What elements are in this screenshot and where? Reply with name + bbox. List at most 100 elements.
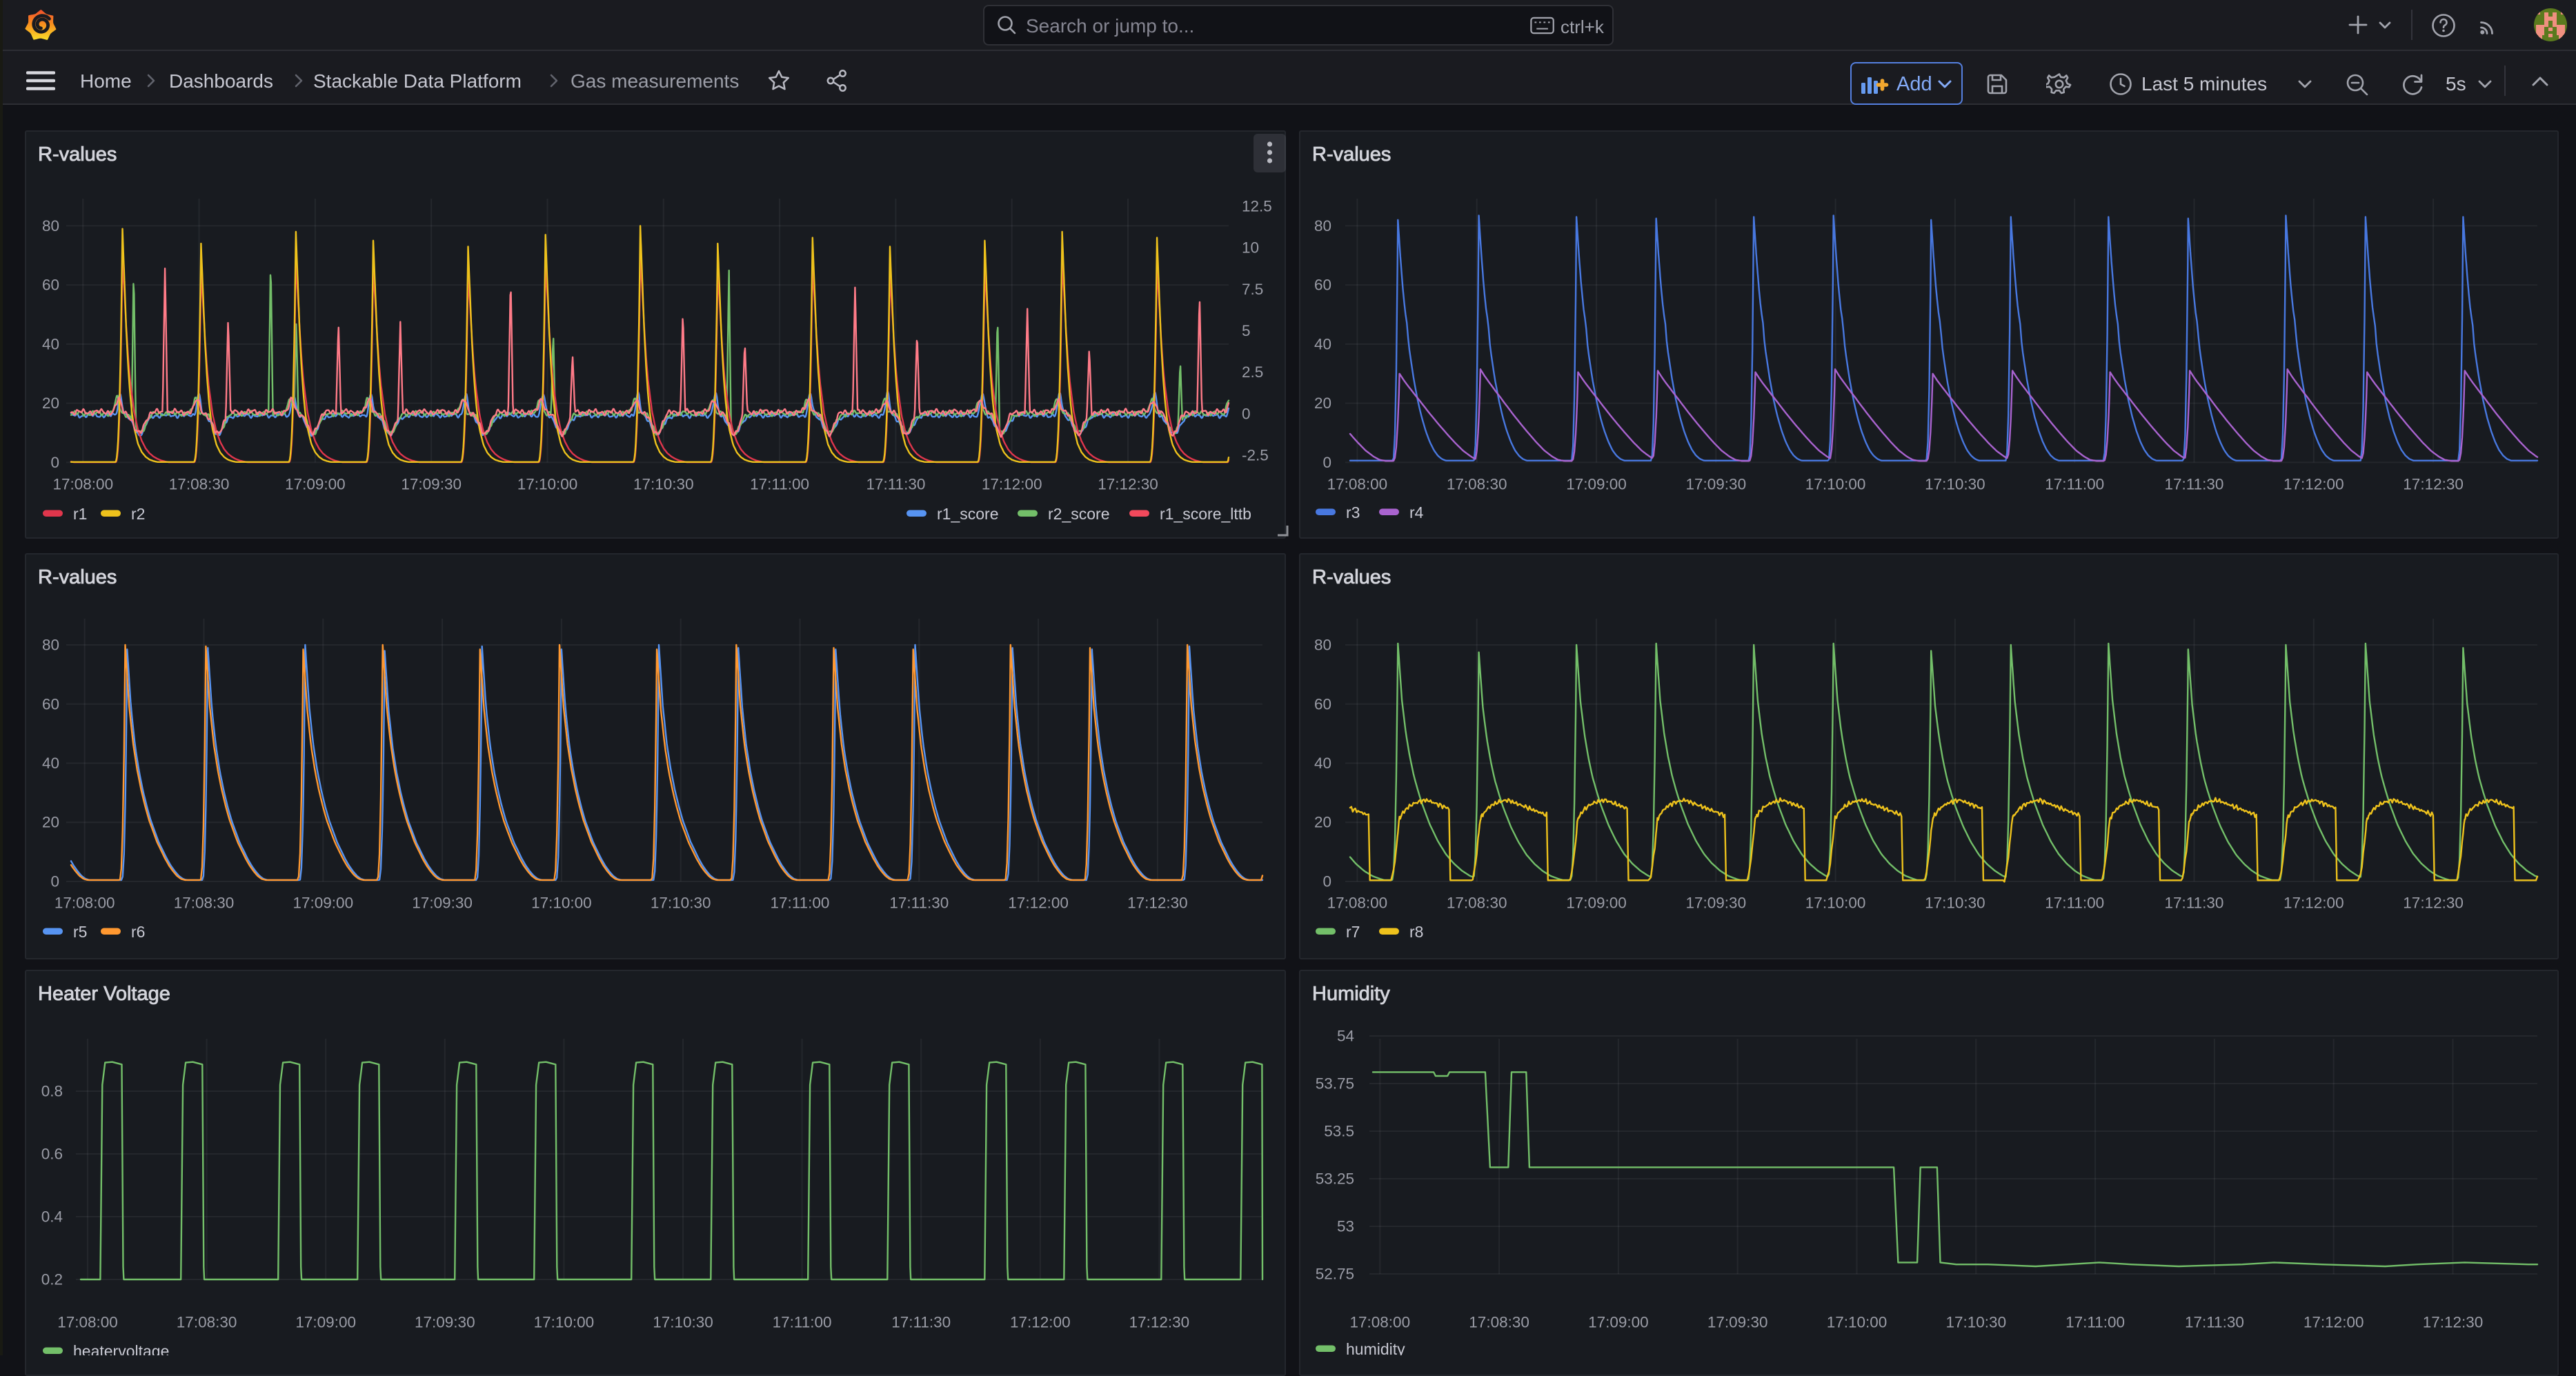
svg-text:17:11:00: 17:11:00 bbox=[2065, 1314, 2125, 1331]
svg-text:12.5: 12.5 bbox=[1242, 197, 1272, 215]
svg-text:60: 60 bbox=[42, 695, 59, 712]
svg-text:heatervoltage: heatervoltage bbox=[73, 1342, 169, 1355]
svg-text:r6: r6 bbox=[131, 923, 145, 941]
svg-text:17:12:30: 17:12:30 bbox=[2423, 1314, 2484, 1331]
svg-text:17:09:30: 17:09:30 bbox=[401, 476, 462, 493]
svg-text:17:10:00: 17:10:00 bbox=[534, 1314, 595, 1331]
svg-text:17:12:00: 17:12:00 bbox=[2303, 1314, 2364, 1331]
svg-text:17:11:30: 17:11:30 bbox=[889, 895, 949, 912]
svg-text:17:12:00: 17:12:00 bbox=[2283, 476, 2344, 493]
svg-text:2.5: 2.5 bbox=[1242, 363, 1263, 381]
svg-text:17:09:30: 17:09:30 bbox=[415, 1314, 475, 1331]
svg-text:0: 0 bbox=[1322, 454, 1331, 471]
svg-text:40: 40 bbox=[1314, 755, 1331, 772]
svg-text:80: 80 bbox=[1314, 637, 1331, 654]
svg-text:54: 54 bbox=[1337, 1028, 1354, 1045]
svg-text:17:08:00: 17:08:00 bbox=[55, 895, 115, 912]
svg-text:53.75: 53.75 bbox=[1316, 1075, 1354, 1093]
svg-text:20: 20 bbox=[42, 395, 59, 412]
svg-text:10: 10 bbox=[1242, 239, 1259, 257]
svg-text:17:10:30: 17:10:30 bbox=[633, 476, 694, 493]
svg-text:17:10:00: 17:10:00 bbox=[517, 476, 578, 493]
svg-text:0.8: 0.8 bbox=[41, 1083, 63, 1100]
svg-text:53.5: 53.5 bbox=[1324, 1123, 1354, 1140]
svg-text:0.6: 0.6 bbox=[41, 1146, 63, 1163]
svg-text:r8: r8 bbox=[1409, 923, 1423, 941]
svg-text:17:11:30: 17:11:30 bbox=[2165, 476, 2224, 493]
svg-text:17:09:00: 17:09:00 bbox=[1588, 1314, 1649, 1331]
svg-text:60: 60 bbox=[42, 277, 59, 294]
svg-text:17:12:00: 17:12:00 bbox=[982, 476, 1042, 493]
svg-text:17:11:30: 17:11:30 bbox=[2165, 895, 2224, 912]
svg-text:r2: r2 bbox=[131, 505, 145, 523]
svg-text:53.25: 53.25 bbox=[1316, 1170, 1354, 1188]
svg-text:17:08:30: 17:08:30 bbox=[1447, 895, 1507, 912]
svg-text:40: 40 bbox=[1314, 335, 1331, 352]
svg-text:17:11:00: 17:11:00 bbox=[2045, 895, 2104, 912]
svg-text:80: 80 bbox=[1314, 217, 1331, 235]
svg-text:17:08:30: 17:08:30 bbox=[174, 895, 235, 912]
svg-text:17:12:30: 17:12:30 bbox=[1098, 476, 1158, 493]
svg-text:17:10:30: 17:10:30 bbox=[651, 895, 711, 912]
svg-text:17:10:00: 17:10:00 bbox=[531, 895, 592, 912]
svg-text:17:11:30: 17:11:30 bbox=[866, 476, 925, 493]
svg-text:r4: r4 bbox=[1409, 503, 1424, 521]
svg-text:17:08:30: 17:08:30 bbox=[1469, 1314, 1529, 1331]
svg-text:40: 40 bbox=[42, 335, 59, 352]
svg-text:17:11:00: 17:11:00 bbox=[2045, 476, 2104, 493]
svg-text:17:09:00: 17:09:00 bbox=[1566, 476, 1627, 493]
svg-text:60: 60 bbox=[1314, 695, 1331, 712]
svg-text:17:08:30: 17:08:30 bbox=[169, 476, 230, 493]
svg-text:r2_score: r2_score bbox=[1048, 505, 1109, 523]
svg-text:Humidity: Humidity bbox=[1312, 983, 1390, 1005]
svg-text:17:09:30: 17:09:30 bbox=[1686, 895, 1747, 912]
svg-text:0: 0 bbox=[50, 873, 59, 890]
svg-text:r1: r1 bbox=[73, 505, 87, 523]
svg-text:17:12:00: 17:12:00 bbox=[2283, 895, 2344, 912]
svg-text:17:10:30: 17:10:30 bbox=[653, 1314, 713, 1331]
svg-text:r3: r3 bbox=[1346, 503, 1360, 521]
svg-text:17:08:30: 17:08:30 bbox=[1447, 476, 1507, 493]
svg-text:R-values: R-values bbox=[38, 566, 117, 588]
svg-text:humidity: humidity bbox=[1346, 1340, 1405, 1355]
svg-text:Heater Voltage: Heater Voltage bbox=[38, 983, 170, 1005]
svg-text:17:10:30: 17:10:30 bbox=[1925, 895, 1985, 912]
svg-text:17:12:30: 17:12:30 bbox=[1127, 895, 1188, 912]
svg-text:17:12:00: 17:12:00 bbox=[1010, 1314, 1071, 1331]
svg-text:r7: r7 bbox=[1346, 923, 1360, 941]
svg-text:17:09:00: 17:09:00 bbox=[1566, 895, 1627, 912]
svg-text:17:08:00: 17:08:00 bbox=[1327, 476, 1388, 493]
svg-text:17:10:30: 17:10:30 bbox=[1925, 476, 1985, 493]
svg-text:r1_score_lttb: r1_score_lttb bbox=[1160, 505, 1251, 523]
svg-text:60: 60 bbox=[1314, 277, 1331, 294]
svg-text:17:12:30: 17:12:30 bbox=[1129, 1314, 1190, 1331]
svg-text:17:09:30: 17:09:30 bbox=[1686, 476, 1747, 493]
svg-text:17:09:00: 17:09:00 bbox=[295, 1314, 356, 1331]
svg-text:17:08:00: 17:08:00 bbox=[1327, 895, 1388, 912]
svg-text:17:11:30: 17:11:30 bbox=[891, 1314, 951, 1331]
svg-text:17:08:00: 17:08:00 bbox=[57, 1314, 118, 1331]
svg-text:17:10:30: 17:10:30 bbox=[1946, 1314, 2007, 1331]
svg-text:17:08:00: 17:08:00 bbox=[1350, 1314, 1411, 1331]
svg-text:17:09:00: 17:09:00 bbox=[285, 476, 346, 493]
svg-text:R-values: R-values bbox=[1312, 566, 1391, 588]
svg-text:0: 0 bbox=[50, 454, 59, 471]
svg-text:0.4: 0.4 bbox=[41, 1208, 63, 1226]
svg-text:53: 53 bbox=[1337, 1218, 1354, 1235]
svg-text:80: 80 bbox=[42, 637, 59, 654]
svg-text:R-values: R-values bbox=[1312, 143, 1391, 166]
svg-text:17:11:30: 17:11:30 bbox=[2185, 1314, 2244, 1331]
svg-text:17:09:30: 17:09:30 bbox=[1707, 1314, 1768, 1331]
svg-text:r1_score: r1_score bbox=[937, 505, 998, 523]
svg-text:80: 80 bbox=[42, 217, 59, 235]
svg-text:17:10:00: 17:10:00 bbox=[1827, 1314, 1888, 1331]
svg-text:20: 20 bbox=[42, 814, 59, 831]
svg-text:0: 0 bbox=[1322, 873, 1331, 890]
svg-text:17:08:30: 17:08:30 bbox=[177, 1314, 237, 1331]
svg-text:17:09:30: 17:09:30 bbox=[412, 895, 473, 912]
svg-text:r5: r5 bbox=[73, 923, 87, 941]
svg-text:5: 5 bbox=[1242, 322, 1251, 339]
svg-text:7.5: 7.5 bbox=[1242, 281, 1263, 298]
svg-text:17:09:00: 17:09:00 bbox=[293, 895, 354, 912]
svg-text:20: 20 bbox=[1314, 814, 1331, 831]
